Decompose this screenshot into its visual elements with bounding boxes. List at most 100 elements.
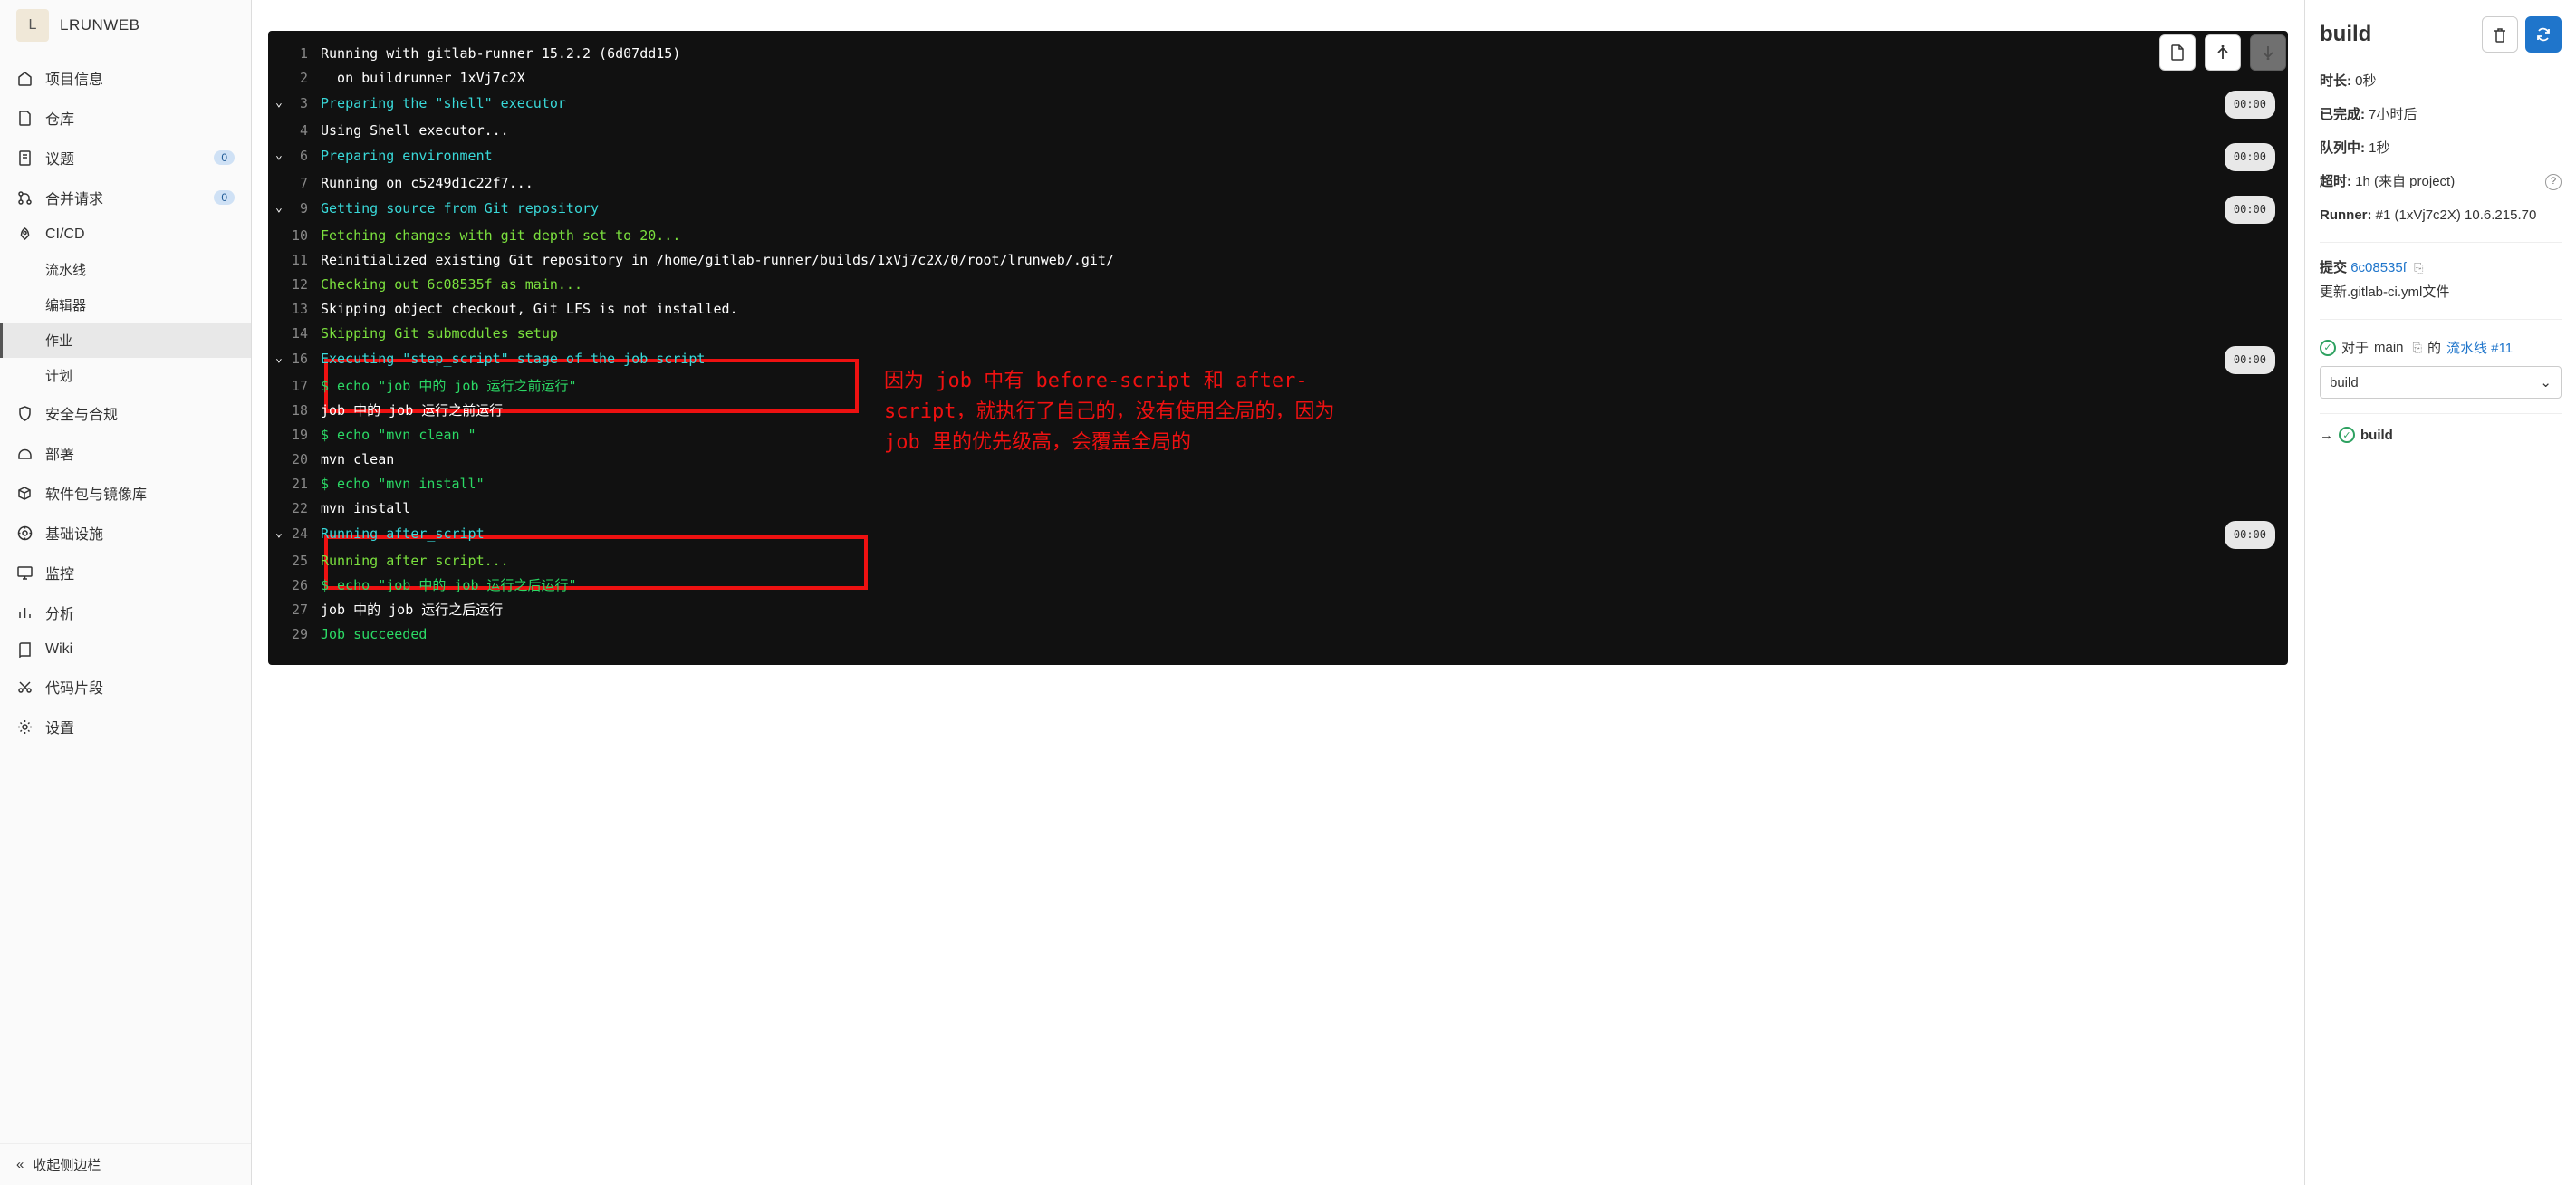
nav-item-infra[interactable]: 基础设施 [0,513,251,553]
pipeline-link[interactable]: 流水线 #11 [2446,338,2513,357]
deploy-icon [16,447,33,460]
log-line: 13Skipping object checkout, Git LFS is n… [268,297,2288,322]
sub-item[interactable]: 流水线 [0,252,251,287]
log-body[interactable]: 因为 job 中有 before-script 和 after-script，就… [268,31,2288,665]
log-line: 21$ echo "mvn install" [268,472,2288,496]
line-number: 2 [268,66,321,91]
nav-item-home[interactable]: 项目信息 [0,58,251,98]
log-line: 20mvn clean [268,448,2288,472]
line-number: 25 [268,549,321,573]
copy-commit-icon[interactable]: ⎘ [2414,261,2423,275]
nav-item-merge[interactable]: 合并请求 0 [0,178,251,217]
stage-selected: build [2330,375,2359,390]
log-container: 因为 job 中有 before-script 和 after-script，就… [252,0,2304,1185]
arrow-down-icon [2262,45,2274,60]
sub-item[interactable]: 计划 [0,358,251,393]
chevron-down-icon[interactable]: ⌄ [275,521,283,545]
log-text: Fetching changes with git depth set to 2… [321,224,2275,248]
issue-icon [16,150,33,166]
arrow-up-icon [2216,45,2229,60]
nav-item-package[interactable]: 软件包与镜像库 [0,473,251,513]
scroll-bottom-button[interactable] [2250,34,2286,71]
time-badge: 00:00 [2225,346,2275,374]
nav-item-shield[interactable]: 安全与合规 [0,393,251,433]
monitor-icon [16,566,33,580]
chevron-down-icon[interactable]: ⌄ [275,196,283,220]
help-icon[interactable]: ? [2545,174,2562,190]
commit-section: 提交 6c08535f ⎘ 更新.gitlab-ci.yml文件 [2320,242,2562,304]
log-line: 10Fetching changes with git depth set to… [268,224,2288,248]
job-link-row[interactable]: → ✓ build [2320,413,2562,443]
sub-item[interactable]: 编辑器 [0,287,251,323]
log-text: Checking out 6c08535f as main... [321,273,2275,297]
main-area: 因为 job 中有 before-script 和 after-script，就… [252,0,2576,1185]
job-details-panel: build 时长: 0秒 已完成: 7小时后 队列中: 1秒 超时: 1h (来… [2304,0,2576,1185]
line-number: 22 [268,496,321,521]
log-text: Getting source from Git repository [321,197,2225,221]
document-icon [2170,44,2185,61]
log-text: $ echo "mvn install" [321,472,2275,496]
nav-label: CI/CD [45,226,235,243]
log-line: ⌄16Executing "step_script" stage of the … [268,346,2288,374]
scroll-top-button[interactable] [2205,34,2241,71]
nav-label: 软件包与镜像库 [45,482,235,504]
log-text: Reinitialized existing Git repository in… [321,248,2275,273]
log-line: 7Running on c5249d1c22f7... [268,171,2288,196]
log-text: $ echo "mvn clean " [321,423,2275,448]
log-line: 18job 中的 job 运行之前运行 [268,399,2288,423]
pipeline-prefix: 对于 [2341,338,2369,357]
trash-icon [2493,27,2507,43]
project-name: LRUNWEB [60,16,140,34]
log-text: $ echo "job 中的 job 运行之前运行" [321,374,2275,399]
line-number: 27 [268,598,321,622]
time-badge: 00:00 [2225,521,2275,549]
nav-item-snippet[interactable]: 代码片段 [0,667,251,707]
log-line: ⌄9Getting source from Git repository00:0… [268,196,2288,224]
chevron-down-icon[interactable]: ⌄ [275,346,283,371]
log-line: 19$ echo "mvn clean " [268,423,2288,448]
chevron-down-icon: ⌄ [2540,374,2552,390]
job-name: build [2360,428,2393,443]
retry-job-button[interactable] [2525,16,2562,53]
nav-item-settings[interactable]: 设置 [0,707,251,747]
nav-item-wiki[interactable]: Wiki [0,632,251,667]
nav-label: 合并请求 [45,187,201,208]
log-text: Running after script... [321,549,2275,573]
line-number: 12 [268,273,321,297]
snippet-icon [16,680,33,694]
stage-dropdown[interactable]: build ⌄ [2320,366,2562,399]
nav-item-rocket[interactable]: CI/CD [0,217,251,252]
chevron-down-icon[interactable]: ⌄ [275,143,283,168]
nav-item-analytics[interactable]: 分析 [0,592,251,632]
analytics-icon [16,606,33,620]
log-text: Preparing the "shell" executor [321,92,2225,116]
log-line: ⌄3Preparing the "shell" executor00:00 [268,91,2288,119]
home-icon [16,71,33,86]
collapse-sidebar-button[interactable]: « 收起侧边栏 [0,1143,251,1185]
log-line: 27job 中的 job 运行之后运行 [268,598,2288,622]
copy-branch-icon[interactable]: ⎘ [2413,341,2422,355]
nav-item-deploy[interactable]: 部署 [0,433,251,473]
nav-item-repo[interactable]: 仓库 [0,98,251,138]
nav-badge: 0 [214,190,235,205]
log-line: ⌄6Preparing environment00:00 [268,143,2288,171]
log-text: Preparing environment [321,144,2225,169]
log-text: mvn clean [321,448,2275,472]
nav-item-monitor[interactable]: 监控 [0,553,251,592]
sub-item[interactable]: 作业 [0,323,251,358]
nav-item-issue[interactable]: 议题0 [0,138,251,178]
chevron-down-icon[interactable]: ⌄ [275,91,283,115]
package-icon [16,486,33,500]
line-number: 17 [268,374,321,399]
delete-job-button[interactable] [2482,16,2518,53]
sidebar-header: L LRUNWEB [0,0,251,58]
commit-hash-link[interactable]: 6c08535f [2350,260,2407,275]
chevron-left-icon: « [16,1157,24,1172]
show-raw-button[interactable] [2159,34,2196,71]
line-number: 7 [268,171,321,196]
log-text: Skipping Git submodules setup [321,322,2275,346]
nav-label: 安全与合规 [45,402,235,424]
time-badge: 00:00 [2225,196,2275,224]
repo-icon [16,111,33,126]
log-line: 22mvn install [268,496,2288,521]
